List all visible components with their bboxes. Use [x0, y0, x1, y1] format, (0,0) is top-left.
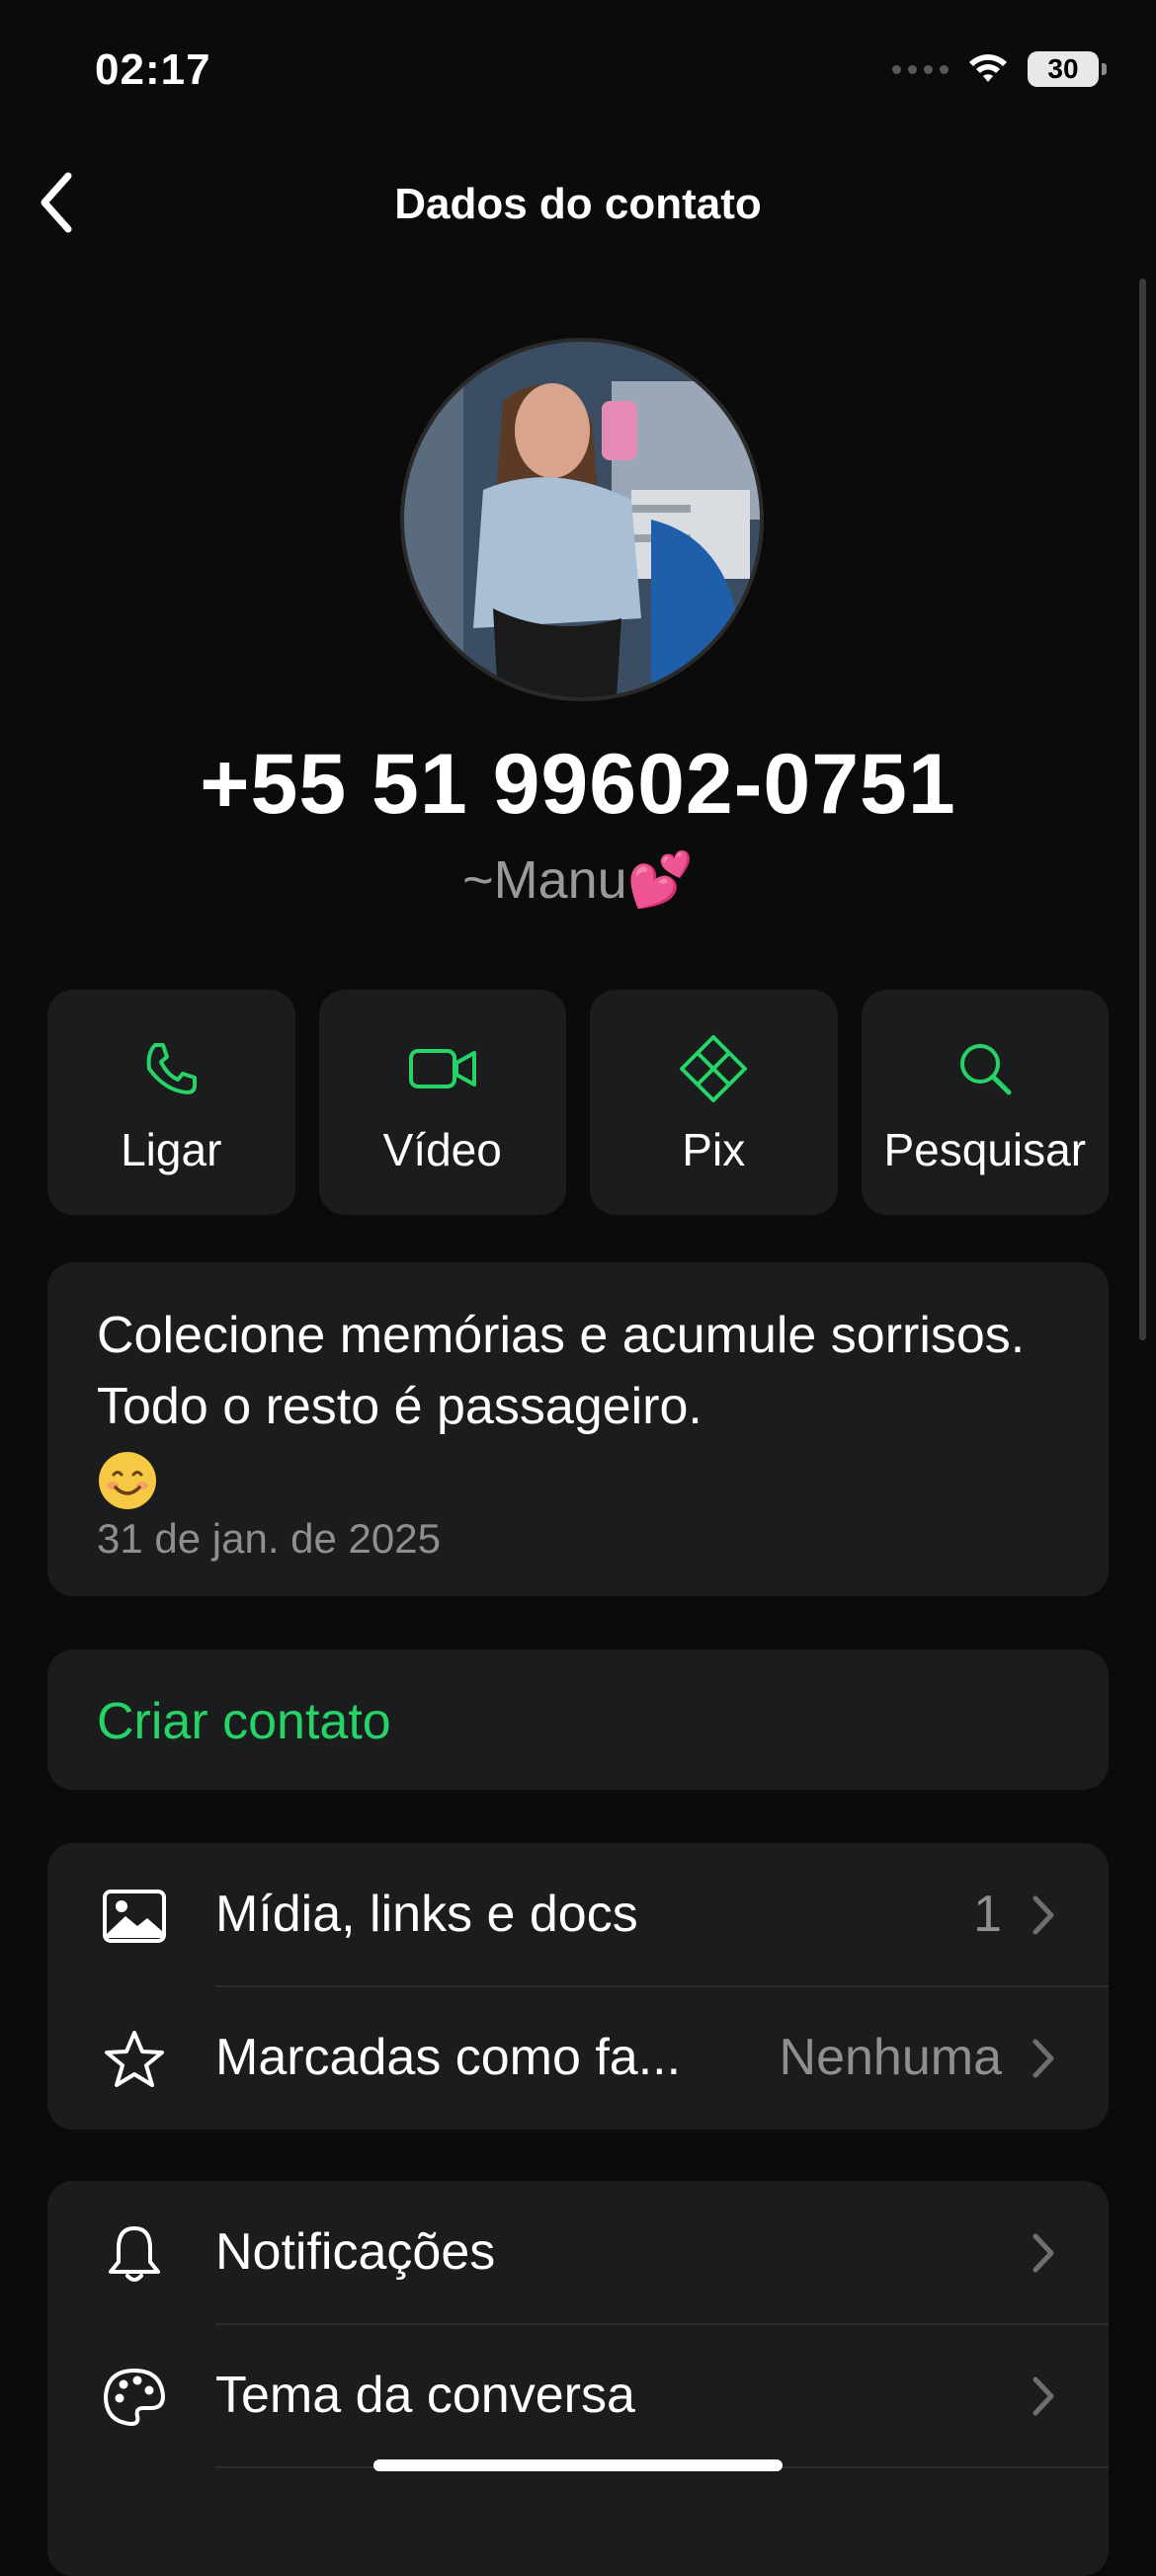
status-time: 02:17	[95, 45, 211, 94]
page-title: Dados do contato	[394, 180, 762, 228]
cellular-signal-icon	[892, 64, 949, 74]
settings-list: Notificações Tema da conversa	[47, 2181, 1109, 2576]
about-date: 31 de jan. de 2025	[97, 1515, 441, 1562]
pix-label: Pix	[682, 1124, 746, 1175]
media-label: Mídia, links e docs	[215, 1886, 638, 1943]
notifications-label: Notificações	[215, 2223, 496, 2281]
video-icon	[403, 1029, 482, 1108]
create-contact-label: Criar contato	[97, 1693, 391, 1750]
media-starred-list: Mídia, links e docs 1 Marcadas como fa..…	[47, 1843, 1109, 2130]
video-call-button[interactable]: Vídeo	[318, 990, 566, 1215]
about-card[interactable]: Colecione memórias e acumule sorrisos. T…	[47, 1262, 1109, 1596]
search-button[interactable]: Pesquisar	[861, 990, 1109, 1215]
call-button[interactable]: Ligar	[47, 990, 295, 1215]
status-bar: 02:17 30	[0, 0, 1156, 148]
call-label: Ligar	[121, 1124, 222, 1175]
search-icon	[946, 1029, 1025, 1108]
status-icons: 30	[892, 51, 1107, 87]
video-label: Vídeo	[382, 1124, 502, 1175]
navigation-bar: Dados do contato	[0, 158, 1156, 247]
list-item-starred[interactable]: Marcadas como fa... Nenhuma	[47, 1986, 1109, 2130]
chevron-right-icon	[1032, 2039, 1054, 2078]
battery-level: 30	[1047, 53, 1079, 84]
contact-phone-number: +55 51 99602-0751	[200, 737, 956, 832]
phone-icon	[131, 1029, 210, 1108]
about-text: Colecione memórias e acumule sorrisos. T…	[97, 1300, 1065, 1530]
contact-nickname: ~Manu💕	[462, 850, 694, 910]
quick-actions: Ligar Vídeo Pix Pesquisar	[47, 990, 1109, 1215]
home-indicator[interactable]	[373, 2459, 783, 2471]
pix-button[interactable]: Pix	[590, 990, 838, 1215]
pix-icon	[674, 1029, 753, 1108]
contact-avatar[interactable]	[400, 338, 764, 701]
list-item-media[interactable]: Mídia, links e docs 1	[47, 1843, 1109, 1986]
starred-label: Marcadas como fa...	[215, 2029, 682, 2086]
list-item-notifications[interactable]: Notificações	[47, 2181, 1109, 2324]
palette-icon	[99, 2362, 170, 2433]
search-label: Pesquisar	[883, 1124, 1087, 1175]
media-count: 1	[973, 1886, 1002, 1943]
chevron-right-icon	[1032, 1895, 1054, 1935]
wifi-icon	[969, 54, 1007, 82]
smiling-face-emoji-icon	[99, 1452, 156, 1509]
about-status-text: Colecione memórias e acumule sorrisos. T…	[97, 1307, 1026, 1435]
image-icon	[99, 1881, 170, 1952]
create-contact-button[interactable]: Criar contato	[47, 1650, 1109, 1790]
star-icon	[99, 2024, 170, 2095]
chevron-right-icon	[1032, 2233, 1054, 2273]
starred-value: Nenhuma	[779, 2029, 1002, 2086]
battery-indicator: 30	[1028, 51, 1107, 87]
avatar-photo	[404, 342, 760, 697]
chat-theme-label: Tema da conversa	[215, 2367, 635, 2424]
chevron-right-icon	[1032, 2376, 1054, 2416]
list-item-chat-theme[interactable]: Tema da conversa	[47, 2324, 1109, 2467]
bell-icon	[99, 2218, 170, 2290]
